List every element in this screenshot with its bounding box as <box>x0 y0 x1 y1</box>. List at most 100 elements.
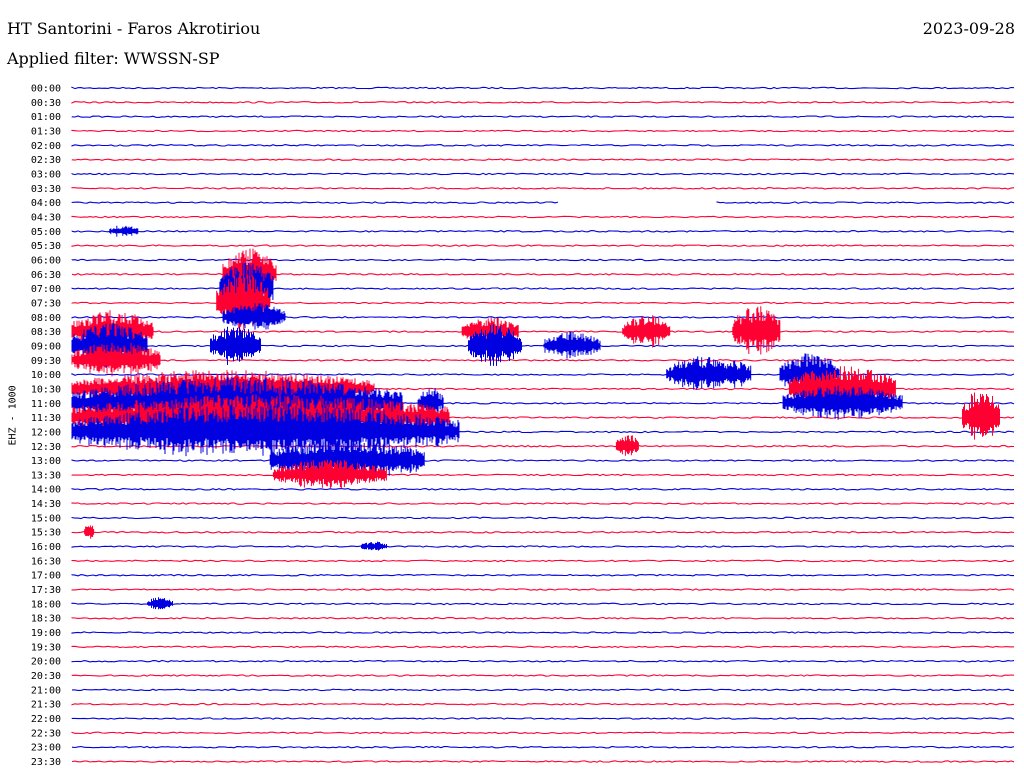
time-tick-label: 21:30 <box>31 700 61 711</box>
trace-line <box>71 230 1015 233</box>
time-tick-label: 15:30 <box>31 528 61 539</box>
trace-line <box>71 129 1015 133</box>
time-tick-label: 05:00 <box>31 227 61 238</box>
trace-line <box>71 659 1015 663</box>
time-tick-label: 07:30 <box>31 298 61 309</box>
trace-line <box>71 316 1015 319</box>
time-tick-label: 12:30 <box>31 442 61 453</box>
time-tick-label: 04:00 <box>31 198 61 209</box>
seismic-event <box>962 392 1000 440</box>
time-tick-label: 08:00 <box>31 313 61 324</box>
trace-line <box>71 702 1015 706</box>
trace-line <box>71 258 1015 262</box>
time-tick-label: 20:30 <box>31 671 61 682</box>
time-tick-label: 21:00 <box>31 685 61 696</box>
time-tick-label: 07:00 <box>31 284 61 295</box>
time-tick-label: 06:00 <box>31 255 61 266</box>
time-tick-label: 17:00 <box>31 571 61 582</box>
trace-line <box>71 330 1014 333</box>
trace-line <box>71 101 1015 104</box>
time-tick-label: 14:30 <box>31 499 61 510</box>
trace-line <box>71 516 1015 520</box>
trace-line <box>71 717 1015 720</box>
time-tick-label: 22:00 <box>31 714 61 725</box>
trace-line <box>71 502 1015 505</box>
time-tick-label: 10:00 <box>31 370 61 381</box>
trace-line <box>71 272 1015 276</box>
trace-line <box>71 760 1015 763</box>
seismic-event <box>147 597 173 610</box>
trace-line <box>71 459 1015 462</box>
trace-line <box>71 573 1014 577</box>
trace-line <box>71 373 1015 376</box>
time-tick-label: 12:00 <box>31 427 61 438</box>
trace-line <box>71 301 1015 305</box>
trace-line <box>71 545 1015 548</box>
time-tick-label: 02:00 <box>31 141 61 152</box>
trace-line <box>71 201 559 204</box>
trace-line <box>71 731 1015 735</box>
trace-line <box>71 187 1015 190</box>
time-tick-label: 09:30 <box>31 356 61 367</box>
time-tick-label: 18:30 <box>31 614 61 625</box>
time-tick-label: 04:30 <box>31 212 61 223</box>
seismic-event <box>210 326 261 365</box>
time-tick-label: 20:00 <box>31 657 61 668</box>
trace-line <box>71 616 1015 620</box>
time-tick-label: 13:00 <box>31 456 61 467</box>
time-tick-label: 16:00 <box>31 542 61 553</box>
trace-line <box>71 602 1015 606</box>
seismic-event <box>361 541 387 551</box>
time-tick-label: 19:00 <box>31 628 61 639</box>
time-tick-label: 05:30 <box>31 241 61 252</box>
seismic-traces <box>71 86 1015 763</box>
seismic-event <box>543 331 601 359</box>
trace-line <box>716 201 1015 204</box>
trace-line <box>71 86 1015 90</box>
time-tick-label: 10:30 <box>31 384 61 395</box>
trace-line <box>71 674 1015 677</box>
trace-line <box>71 588 1015 591</box>
trace-line <box>71 530 1015 534</box>
time-tick-label: 08:30 <box>31 327 61 338</box>
time-tick-label: 14:00 <box>31 485 61 496</box>
trace-line <box>71 645 1015 649</box>
trace-line <box>71 559 1015 563</box>
time-tick-label: 23:30 <box>31 757 61 768</box>
time-tick-label: 00:30 <box>31 98 61 109</box>
trace-line <box>71 473 1015 477</box>
time-tick-label: 03:30 <box>31 184 61 195</box>
seismic-event <box>615 435 639 456</box>
trace-line <box>72 688 1015 692</box>
trace-line <box>71 144 1015 147</box>
time-tick-label: 01:30 <box>31 126 61 137</box>
trace-line <box>71 631 1015 634</box>
helicorder-plot: 00:00 00:30 01:00 01:30 02:00 02:30 03:00 03:30… <box>31 84 1015 769</box>
trace-line <box>71 359 1015 362</box>
time-tick-label: 03:00 <box>31 169 61 180</box>
trace-line <box>71 287 1015 290</box>
time-tick-label: 09:00 <box>31 341 61 352</box>
time-tick-label: 16:30 <box>31 556 61 567</box>
time-tick-label: 18:00 <box>31 599 61 610</box>
time-tick-label: 06:30 <box>31 270 61 281</box>
time-tick-label: 15:00 <box>31 513 61 524</box>
time-tick-label: 17:30 <box>31 585 61 596</box>
time-tick-label: 11:30 <box>31 413 61 424</box>
time-tick-label: 11:00 <box>31 399 61 410</box>
seismic-event <box>109 225 139 237</box>
time-tick-label: 19:30 <box>31 642 61 653</box>
trace-line <box>71 215 1015 219</box>
seismic-event <box>732 306 781 355</box>
trace-line <box>71 115 1015 118</box>
time-tick-label: 02:30 <box>31 155 61 166</box>
trace-line <box>71 244 1015 247</box>
time-tick-labels: 00:00 00:30 01:00 01:30 02:00 02:30 03:00 03:30… <box>31 84 61 769</box>
trace-line <box>71 158 1015 161</box>
seismic-event <box>622 315 671 348</box>
seismic-event <box>84 525 95 539</box>
trace-line <box>71 172 1015 176</box>
time-tick-label: 23:00 <box>31 743 61 754</box>
trace-line <box>71 745 1015 749</box>
time-tick-label: 00:00 <box>31 84 61 95</box>
